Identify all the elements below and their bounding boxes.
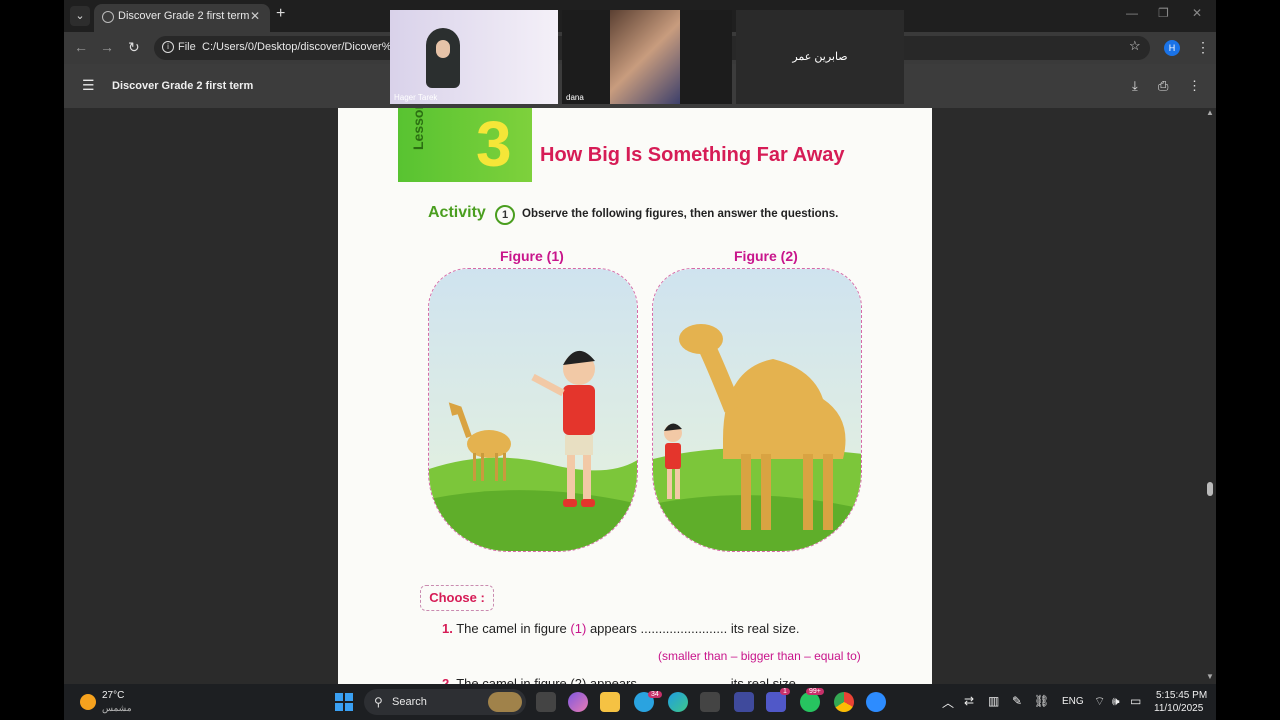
search-highlight-image — [488, 692, 522, 712]
reload-button[interactable]: ↻ — [128, 39, 140, 56]
tray-app-icon[interactable]: ⇄ — [964, 694, 974, 708]
bookmark-star-icon[interactable]: ☆ — [1129, 38, 1141, 54]
activity-instruction: Observe the following figures, then answ… — [522, 208, 839, 220]
profile-avatar[interactable]: H — [1164, 40, 1180, 56]
activity-label: Activity — [428, 204, 486, 221]
lesson-number: 3 — [476, 108, 512, 180]
question-1: 1. The camel in figure (1) appears .....… — [442, 621, 799, 636]
chrome-icon[interactable] — [834, 692, 854, 712]
battery-icon[interactable]: ▭ — [1130, 694, 1141, 708]
question-1-text-a: The camel in figure — [456, 621, 567, 636]
video-tile-sabrin[interactable]: صابرين عمر — [736, 10, 904, 104]
address-scheme: File — [178, 41, 196, 53]
question-2: 2. The camel in figure (2) appears .....… — [442, 676, 799, 684]
zoom-icon[interactable] — [866, 692, 886, 712]
pdf-title: Discover Grade 2 first term — [112, 80, 254, 92]
windows-logo-icon — [335, 693, 353, 711]
participant-name: Hager Tarek — [394, 93, 438, 102]
search-icon: ⚲ — [374, 695, 383, 709]
site-info-icon[interactable]: i — [162, 41, 174, 53]
weather-desc[interactable]: مشمس — [102, 703, 132, 714]
participant-name: dana — [566, 93, 584, 102]
lesson-word: Lesson — [410, 108, 426, 150]
video-tile-hager[interactable]: Hager Tarek — [390, 10, 558, 104]
address-url[interactable]: C:/Users/0/Desktop/discover/Dicover%20 — [202, 41, 404, 53]
lesson-badge: Lesson 3 — [398, 108, 532, 182]
telegram-badge: 34 — [648, 691, 662, 698]
back-button[interactable]: ← — [74, 39, 88, 55]
windows-taskbar: 27°C مشمس ⚲ Search 34 1 99+ ︿ ⇄ ▥ ✎ ⛓ EN… — [64, 684, 1216, 720]
volume-icon[interactable]: 🕪 — [1112, 694, 1120, 709]
pdf-scrollbar[interactable]: ▲ ▼ — [1204, 108, 1216, 684]
figure2-scene — [653, 269, 861, 551]
scroll-down-icon[interactable]: ▼ — [1206, 672, 1214, 681]
clock-time[interactable]: 5:15:45 PM — [1156, 690, 1207, 701]
clock-date[interactable]: 11/10/2025 — [1154, 703, 1203, 714]
globe-icon — [102, 11, 114, 23]
close-window-button[interactable]: ✕ — [1192, 6, 1202, 20]
whatsapp-icon[interactable] — [800, 692, 820, 712]
figure1-label: Figure (1) — [500, 248, 564, 264]
question-1-number: 1. — [442, 621, 453, 636]
participant-face — [436, 40, 450, 58]
tab-search-button[interactable]: ⌄ — [70, 6, 90, 26]
scroll-thumb[interactable] — [1207, 482, 1213, 496]
browser-window: ⌄ Discover Grade 2 first term ✕ + — ❐ ✕ … — [64, 0, 1216, 684]
app-icon[interactable] — [734, 692, 754, 712]
choose-label: Choose : — [420, 585, 494, 611]
teams-badge: 1 — [780, 688, 790, 695]
participant-name: صابرين عمر — [792, 51, 848, 63]
language-indicator[interactable]: ENG — [1062, 696, 1084, 707]
store-icon[interactable] — [700, 692, 720, 712]
browser-menu-icon[interactable]: ⋮ — [1196, 39, 1210, 56]
close-tab-icon[interactable]: ✕ — [250, 9, 260, 23]
hamburger-menu-icon[interactable]: ☰ — [82, 77, 95, 94]
file-explorer-icon[interactable] — [600, 692, 620, 712]
figure1-illustration — [428, 268, 638, 552]
participant-video — [426, 28, 460, 88]
more-actions-icon[interactable]: ⋮ — [1188, 78, 1201, 94]
taskbar-search[interactable]: ⚲ Search — [364, 689, 526, 715]
tray-monitor-icon[interactable]: ▥ — [988, 694, 999, 708]
question-2-number: 2. — [442, 676, 453, 684]
tab-title: Discover Grade 2 first term — [118, 10, 250, 22]
weather-temp[interactable]: 27°C — [102, 690, 124, 701]
task-view-icon[interactable] — [536, 692, 556, 712]
tray-chevron-icon[interactable]: ︿ — [942, 694, 954, 711]
scroll-up-icon[interactable]: ▲ — [1206, 108, 1214, 117]
new-tab-button[interactable]: + — [276, 5, 285, 23]
download-icon[interactable]: ⤓ — [1132, 78, 1138, 94]
activity-number: 1 — [495, 205, 515, 225]
question-1-text-b: appears ........................ its rea… — [589, 621, 800, 636]
forward-button[interactable]: → — [100, 39, 114, 55]
figure2-label: Figure (2) — [734, 248, 798, 264]
edge-icon[interactable] — [668, 692, 688, 712]
participant-video — [610, 10, 680, 104]
figure1-scene — [429, 269, 637, 551]
lesson-title: How Big Is Something Far Away — [540, 144, 845, 166]
question-1-figure: (1) — [570, 621, 587, 636]
restore-button[interactable]: ❐ — [1158, 6, 1169, 20]
copilot-icon[interactable] — [568, 692, 588, 712]
teams-icon[interactable] — [766, 692, 786, 712]
wifi-icon[interactable]: ⌔ — [1094, 694, 1105, 709]
question-2-text: The camel in figure (2) appears ........… — [456, 676, 800, 684]
search-label: Search — [392, 696, 427, 708]
weather-sun-icon[interactable] — [80, 694, 96, 710]
minimize-button[interactable]: — — [1126, 6, 1138, 20]
pdf-page: Lesson 3 How Big Is Something Far Away A… — [338, 108, 932, 684]
figure2-illustration — [652, 268, 862, 552]
presentation-background — [390, 10, 558, 104]
tray-link-icon[interactable]: ⛓ — [1034, 694, 1049, 708]
video-tile-dana[interactable]: dana — [562, 10, 732, 104]
whatsapp-badge: 99+ — [806, 688, 824, 695]
tray-pen-icon[interactable]: ✎ — [1012, 694, 1022, 708]
tab-discover[interactable]: Discover Grade 2 first term ✕ — [94, 4, 270, 32]
question-1-options: (smaller than – bigger than – equal to) — [658, 649, 861, 663]
start-button[interactable] — [334, 692, 354, 712]
print-icon[interactable]: ⎙ — [1158, 78, 1168, 94]
